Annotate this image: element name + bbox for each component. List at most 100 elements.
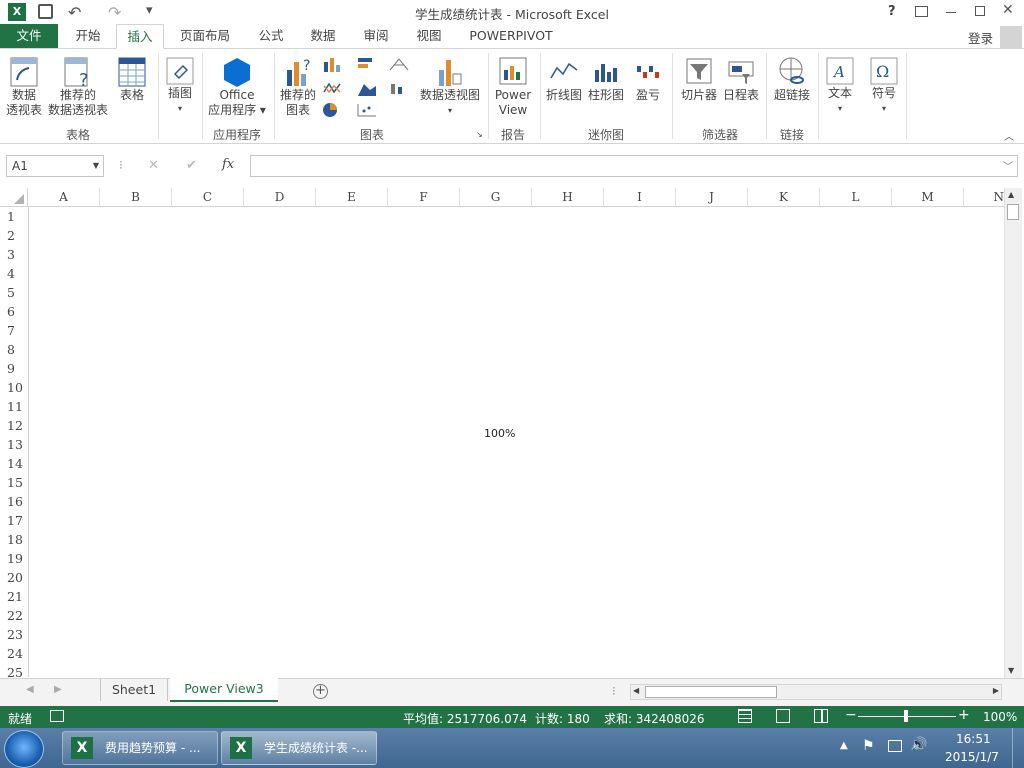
sparkline-column-button[interactable]: 柱形图 bbox=[586, 56, 626, 103]
cancel-icon[interactable]: ✕ bbox=[148, 158, 159, 173]
tab-page-layout[interactable]: 页面布局 bbox=[172, 24, 238, 48]
formula-bar-divider-icon[interactable]: ⁝ bbox=[119, 158, 123, 172]
pivot-chart-button[interactable]: 数据透视图 ▾ bbox=[416, 56, 484, 118]
collapse-ribbon-icon[interactable]: ︿ bbox=[1004, 128, 1014, 143]
hierarchy-chart-icon[interactable] bbox=[388, 56, 410, 72]
tab-review[interactable]: 审阅 bbox=[355, 24, 397, 48]
sparkline-winloss-button[interactable]: 盈亏 bbox=[630, 56, 666, 103]
zoom-slider[interactable] bbox=[858, 710, 956, 722]
row-header[interactable]: 13 bbox=[0, 435, 28, 454]
row-header[interactable]: 25 bbox=[0, 663, 28, 678]
clock-time[interactable]: 16:51 bbox=[956, 732, 991, 746]
row-header[interactable]: 3 bbox=[0, 245, 28, 264]
action-center-flag-icon[interactable]: ⚑ bbox=[862, 738, 875, 754]
row-header[interactable]: 7 bbox=[0, 321, 28, 340]
power-view-button[interactable]: Power View bbox=[490, 56, 536, 118]
row-header[interactable]: 6 bbox=[0, 302, 28, 321]
dialog-launcher-icon[interactable]: ↘ bbox=[476, 130, 483, 139]
vertical-scroll-thumb[interactable] bbox=[1007, 204, 1019, 220]
select-all-corner[interactable] bbox=[0, 188, 28, 207]
pie-chart-icon[interactable] bbox=[322, 102, 344, 118]
row-header[interactable]: 2 bbox=[0, 226, 28, 245]
formula-input[interactable]: ﹀ bbox=[250, 155, 1018, 177]
office-apps-button[interactable]: Office 应用程序 ▾ bbox=[204, 56, 270, 118]
close-icon[interactable]: ✕ bbox=[1002, 2, 1014, 18]
sparkline-line-button[interactable]: 折线图 bbox=[544, 56, 584, 103]
line-chart-icon[interactable] bbox=[322, 80, 344, 96]
taskbar-item-student-scores[interactable]: X 学生成绩统计表 -... bbox=[221, 731, 377, 765]
area-chart-icon[interactable] bbox=[356, 80, 378, 96]
row-header[interactable]: 11 bbox=[0, 397, 28, 416]
stock-chart-icon[interactable] bbox=[388, 80, 410, 96]
horizontal-scroll-thumb[interactable] bbox=[645, 686, 777, 698]
column-header[interactable]: J bbox=[676, 188, 748, 207]
help-icon[interactable]: ? bbox=[888, 4, 896, 19]
row-header[interactable]: 22 bbox=[0, 606, 28, 625]
enter-icon[interactable]: ✔ bbox=[186, 158, 197, 173]
page-layout-view-icon[interactable] bbox=[776, 709, 790, 723]
row-header[interactable]: 12 bbox=[0, 416, 28, 435]
table-button[interactable]: 表格 bbox=[114, 56, 150, 103]
vertical-scrollbar[interactable]: ▲ ▼ bbox=[1004, 188, 1022, 678]
tab-view[interactable]: 视图 bbox=[408, 24, 450, 48]
row-header[interactable]: 18 bbox=[0, 530, 28, 549]
column-header[interactable]: G bbox=[460, 188, 532, 207]
volume-icon[interactable]: 🔊 bbox=[910, 737, 927, 753]
row-header[interactable]: 16 bbox=[0, 492, 28, 511]
column-header[interactable]: M bbox=[892, 188, 964, 207]
tab-data[interactable]: 数据 bbox=[302, 24, 344, 48]
column-header[interactable]: L bbox=[820, 188, 892, 207]
row-header[interactable]: 21 bbox=[0, 587, 28, 606]
column-header[interactable]: B bbox=[100, 188, 172, 207]
scatter-chart-icon[interactable] bbox=[356, 102, 378, 118]
column-header[interactable]: C bbox=[172, 188, 244, 207]
zoom-level[interactable]: 100% bbox=[983, 710, 1017, 724]
row-header[interactable]: 15 bbox=[0, 473, 28, 492]
pivot-table-button[interactable]: 数据 透视表 bbox=[4, 56, 44, 118]
name-box[interactable]: A1 ▼ bbox=[6, 155, 104, 177]
login-link[interactable]: 登录 bbox=[968, 28, 993, 47]
minimize-icon[interactable] bbox=[946, 12, 956, 13]
hyperlink-button[interactable]: 超链接 bbox=[770, 56, 814, 103]
show-hidden-icons-icon[interactable]: ▲ bbox=[840, 740, 848, 751]
column-header[interactable]: F bbox=[388, 188, 460, 207]
row-header[interactable]: 10 bbox=[0, 378, 28, 397]
text-button[interactable]: A 文本 ▾ bbox=[822, 56, 858, 116]
row-header[interactable]: 9 bbox=[0, 359, 28, 378]
column-header[interactable]: H bbox=[532, 188, 604, 207]
clock-date[interactable]: 2015/1/7 bbox=[945, 750, 999, 764]
tab-powerpivot[interactable]: POWERPIVOT bbox=[464, 24, 558, 48]
scroll-left-icon[interactable]: ◀ bbox=[633, 686, 639, 695]
network-icon[interactable] bbox=[888, 740, 902, 752]
row-header[interactable]: 24 bbox=[0, 644, 28, 663]
insert-function-icon[interactable]: fx bbox=[222, 157, 234, 172]
row-header[interactable]: 17 bbox=[0, 511, 28, 530]
column-header[interactable]: D bbox=[244, 188, 316, 207]
prev-sheet-icon[interactable]: ◀ bbox=[26, 684, 34, 695]
normal-view-icon[interactable] bbox=[738, 709, 752, 723]
timeline-button[interactable]: 日程表 bbox=[720, 56, 762, 103]
tab-formulas[interactable]: 公式 bbox=[250, 24, 292, 48]
macro-record-icon[interactable] bbox=[50, 710, 64, 722]
row-header[interactable]: 4 bbox=[0, 264, 28, 283]
illustrations-button[interactable]: 插图 ▾ bbox=[162, 56, 198, 116]
restore-icon[interactable] bbox=[975, 6, 985, 16]
sheet-tab-sheet1[interactable]: Sheet1 bbox=[100, 679, 168, 701]
scroll-down-icon[interactable]: ▼ bbox=[1008, 666, 1014, 675]
row-header[interactable]: 1 bbox=[0, 207, 28, 226]
tab-insert[interactable]: 插入 bbox=[116, 24, 164, 49]
row-header[interactable]: 20 bbox=[0, 568, 28, 587]
zoom-out-icon[interactable]: − bbox=[845, 707, 857, 723]
column-header[interactable]: N bbox=[964, 188, 1005, 207]
split-handle-icon[interactable]: ⁝ bbox=[612, 684, 616, 698]
symbol-button[interactable]: Ω 符号 ▾ bbox=[866, 56, 902, 116]
sheet-tab-power-view3[interactable]: Power View3 bbox=[170, 678, 278, 702]
show-desktop-button[interactable] bbox=[1012, 728, 1024, 768]
row-header[interactable]: 14 bbox=[0, 454, 28, 473]
horizontal-scrollbar[interactable]: ◀ ▶ bbox=[630, 684, 1002, 700]
slicer-button[interactable]: 切片器 bbox=[678, 56, 720, 103]
column-header[interactable]: K bbox=[748, 188, 820, 207]
page-break-view-icon[interactable] bbox=[814, 709, 828, 723]
bar-chart-icon[interactable] bbox=[356, 56, 378, 72]
tab-home[interactable]: 开始 bbox=[64, 24, 112, 48]
